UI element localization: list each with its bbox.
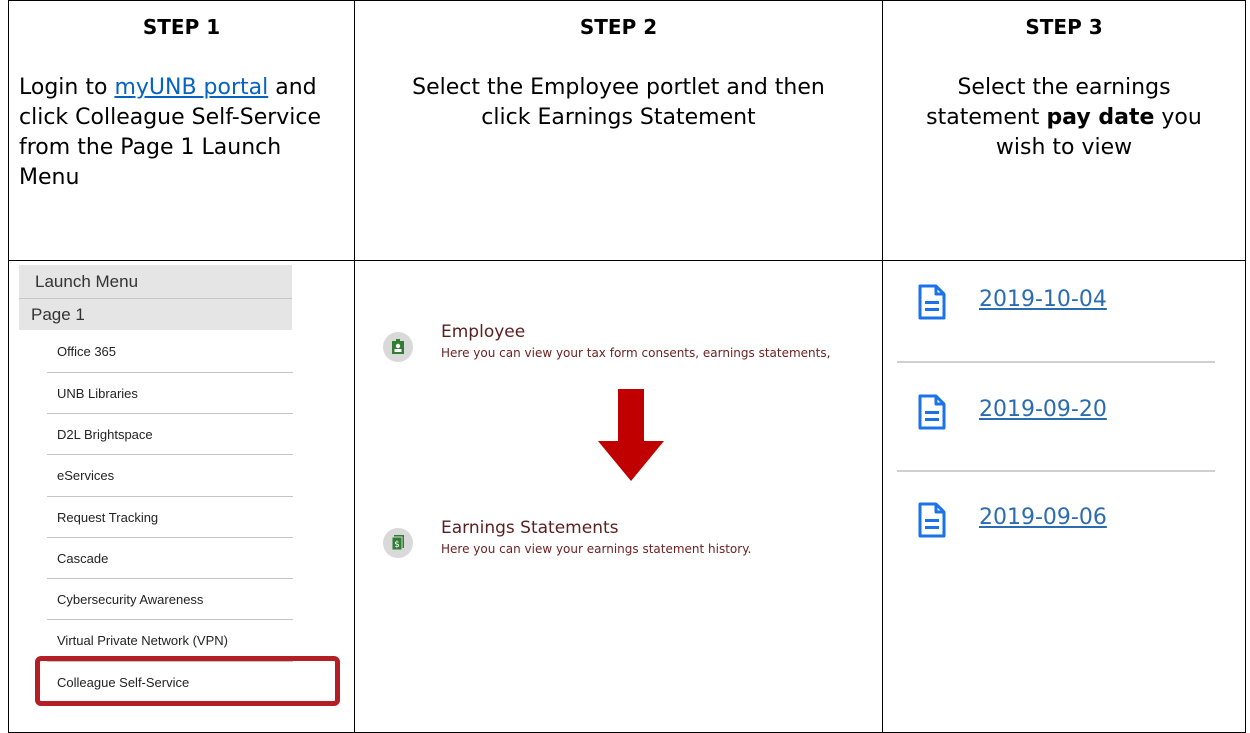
step2-heading: STEP 2: [579, 15, 658, 39]
menu-item-cascade[interactable]: Cascade: [47, 538, 293, 580]
statement-item[interactable]: 2019-09-20: [883, 371, 1213, 461]
statement-divider: [897, 361, 1215, 364]
svg-text:$: $: [394, 540, 400, 550]
step3-text: Select the earnings statement pay date y…: [883, 73, 1245, 163]
step1-cell: STEP 1 Login to myUNB portal and click C…: [8, 0, 355, 262]
menu-item-d2l-brightspace[interactable]: D2L Brightspace: [47, 414, 293, 456]
menu-item-office-365[interactable]: Office 365: [47, 331, 293, 373]
launch-menu-list: Office 365 UNB Libraries D2L Brightspace…: [47, 331, 293, 703]
statement-date-link[interactable]: 2019-10-04: [979, 287, 1107, 312]
menu-item-cybersecurity-awareness[interactable]: Cybersecurity Awareness: [47, 579, 293, 621]
earnings-statements-desc: Here you can view your earnings statemen…: [441, 542, 752, 557]
document-icon: [918, 394, 946, 430]
employee-badge-icon: [383, 332, 413, 363]
portlets-cell: Employee Here you can view your tax form…: [354, 260, 883, 733]
statements-cell: 2019-10-04 2019-09-20 2019-09-06: [882, 260, 1246, 733]
document-icon: [918, 284, 946, 320]
menu-item-unb-libraries[interactable]: UNB Libraries: [47, 373, 293, 414]
step1-prefix: Login to: [19, 75, 115, 100]
employee-portlet-desc: Here you can view your tax form consents…: [441, 346, 831, 361]
menu-item-request-tracking[interactable]: Request Tracking: [47, 497, 293, 538]
step1-heading: STEP 1: [142, 15, 221, 39]
colleague-self-service-highlight: [35, 656, 340, 707]
step3-cell: STEP 3 Select the earnings statement pay…: [882, 0, 1246, 262]
dollar-document-icon: $: [383, 528, 413, 559]
document-icon: [918, 502, 946, 538]
instructions-table: STEP 1 Login to myUNB portal and click C…: [8, 0, 1246, 733]
step2-text: Select the Employee portlet and then cli…: [412, 75, 825, 130]
statement-divider: [897, 470, 1215, 473]
launch-menu-title: Launch Menu: [19, 265, 292, 300]
step3-bold: pay date: [1046, 105, 1155, 130]
launch-menu-page: Page 1: [19, 299, 292, 331]
employee-portlet-title[interactable]: Employee: [441, 322, 525, 342]
down-arrow-icon: [598, 389, 664, 486]
step1-text: Login to myUNB portal and click Colleagu…: [9, 73, 354, 193]
step3-heading: STEP 3: [1025, 15, 1103, 39]
statement-item[interactable]: 2019-09-06: [883, 479, 1213, 569]
myunb-portal-link[interactable]: myUNB portal: [114, 75, 268, 100]
statement-item[interactable]: 2019-10-04: [883, 261, 1213, 351]
statement-date-link[interactable]: 2019-09-20: [979, 397, 1107, 422]
step2-cell: STEP 2 Select the Employee portlet and t…: [354, 0, 883, 262]
earnings-statements-title[interactable]: Earnings Statements: [441, 518, 619, 538]
menu-item-eservices[interactable]: eServices: [47, 455, 293, 497]
launch-menu-cell: Launch Menu Page 1 Office 365 UNB Librar…: [8, 260, 355, 733]
statement-date-link[interactable]: 2019-09-06: [979, 505, 1107, 530]
